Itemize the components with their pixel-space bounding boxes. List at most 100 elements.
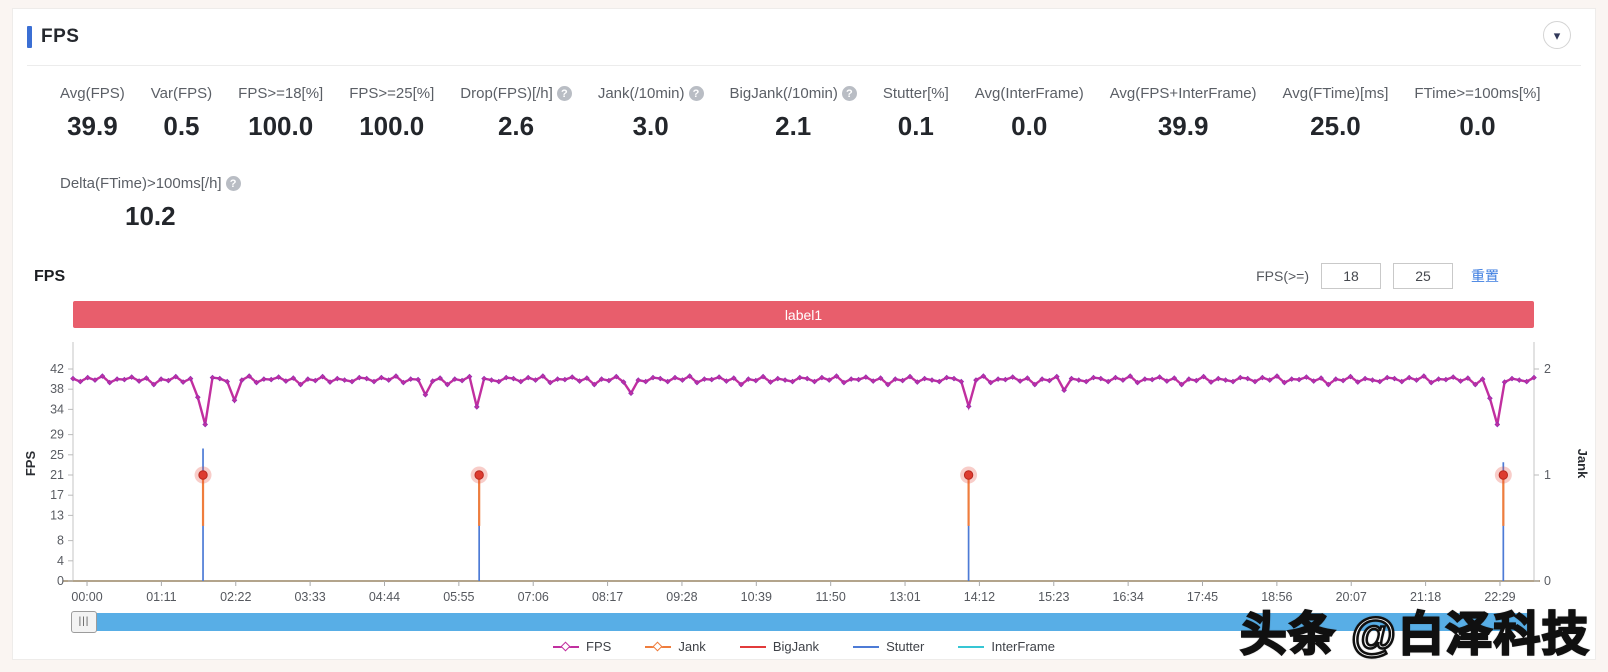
watermark: 头条 @白泽科技 — [1240, 598, 1590, 664]
stat-label: Delta(FTime)>100ms[/h] — [60, 175, 222, 192]
stat-label: BigJank(/10min) — [730, 85, 838, 102]
stat-drop-fps-h-: Drop(FPS)[/h]? 2.6 — [447, 85, 585, 142]
svg-text:03:33: 03:33 — [294, 590, 325, 604]
region-label: label1 — [785, 307, 822, 323]
svg-text:0: 0 — [57, 574, 64, 588]
svg-text:07:06: 07:06 — [518, 590, 549, 604]
legend-label: InterFrame — [991, 639, 1055, 654]
interframe-series-icon — [958, 641, 984, 653]
svg-text:38: 38 — [50, 382, 64, 396]
legend-item-bigjank[interactable]: BigJank — [740, 639, 819, 654]
svg-text:4: 4 — [57, 554, 64, 568]
stat-value: 0.0 — [1459, 111, 1495, 142]
stat-label: Avg(FTime)[ms] — [1283, 85, 1389, 102]
fps-chart[interactable]: 0 4 8 13 17 21 25 29 34 38 42 0 1 2 00:00 01:11 02:22 03:… — [21, 336, 1591, 608]
stat-var-fps-: Var(FPS) 0.5 — [138, 85, 225, 142]
grip-icon: ||| — [79, 617, 90, 627]
stat-value: 39.9 — [1158, 111, 1209, 142]
panel-header: FPS — [27, 21, 79, 53]
header-divider — [27, 65, 1581, 66]
header-accent-bar — [27, 26, 32, 48]
legend-label: FPS — [586, 639, 611, 654]
collapse-button[interactable]: ▾ — [1543, 21, 1571, 49]
svg-text:08:17: 08:17 — [592, 590, 623, 604]
svg-text:2: 2 — [1544, 362, 1551, 376]
stat-value: 25.0 — [1310, 111, 1361, 142]
panel-title: FPS — [41, 26, 79, 48]
stat-stutter-: Stutter[%]0.1 — [870, 85, 962, 142]
legend-label: Jank — [678, 639, 705, 654]
svg-text:Jank: Jank — [1575, 449, 1590, 479]
stats-row-2: Delta(FTime)>100ms[/h]? 10.2 — [47, 175, 1575, 232]
fps-panel: FPS ▾ Avg(FPS) 39.9 Var(FPS) 0.5 FPS>=18[%] 1… — [12, 8, 1596, 660]
svg-text:FPS: FPS — [23, 451, 38, 477]
stutter-series-icon — [853, 641, 879, 653]
stat-label: Jank(/10min) — [598, 85, 685, 102]
svg-text:14:12: 14:12 — [964, 590, 995, 604]
legend-label: BigJank — [773, 639, 819, 654]
svg-text:17: 17 — [50, 488, 64, 502]
fps-threshold-label: FPS(>=) — [1256, 268, 1309, 284]
svg-text:00:00: 00:00 — [71, 590, 102, 604]
stat-value: 100.0 — [248, 111, 313, 142]
svg-text:13: 13 — [50, 508, 64, 522]
legend-item-jank[interactable]: Jank — [645, 639, 705, 654]
jank-series-icon — [645, 641, 671, 653]
stat-value: 100.0 — [359, 111, 424, 142]
legend-item-fps[interactable]: FPS — [553, 639, 611, 654]
stat-label: FPS>=25[%] — [349, 85, 434, 102]
stat-fps-25-: FPS>=25[%] 100.0 — [336, 85, 447, 142]
stat-avg-fps-: Avg(FPS) 39.9 — [47, 85, 138, 142]
svg-text:13:01: 13:01 — [889, 590, 920, 604]
stat-avg-fps-interframe-: Avg(FPS+InterFrame) 39.9 — [1097, 85, 1270, 142]
help-icon[interactable]: ? — [842, 86, 857, 101]
stat-value: 10.2 — [125, 201, 176, 232]
stat-label: Drop(FPS)[/h] — [460, 85, 553, 102]
svg-text:0: 0 — [1544, 574, 1551, 588]
stat-value: 39.9 — [67, 111, 118, 142]
stat-avg-ftime-ms-: Avg(FTime)[ms] 25.0 — [1270, 85, 1402, 142]
bigjank-series-icon — [740, 641, 766, 653]
stat-value: 0.5 — [163, 111, 199, 142]
svg-text:10:39: 10:39 — [741, 590, 772, 604]
stat-value: 2.1 — [775, 111, 811, 142]
svg-text:02:22: 02:22 — [220, 590, 251, 604]
help-icon[interactable]: ? — [226, 176, 241, 191]
stat-delta-ftime-100ms-h-: Delta(FTime)>100ms[/h]? 10.2 — [47, 175, 254, 232]
help-icon[interactable]: ? — [689, 86, 704, 101]
svg-text:42: 42 — [50, 362, 64, 376]
reset-link[interactable]: 重置 — [1471, 266, 1499, 286]
svg-text:21: 21 — [50, 468, 64, 482]
stat-label: FTime>=100ms[%] — [1414, 85, 1540, 102]
stat-value: 2.6 — [498, 111, 534, 142]
stat-label: Stutter[%] — [883, 85, 949, 102]
stat-label: Avg(FPS+InterFrame) — [1110, 85, 1257, 102]
stat-avg-interframe-: Avg(InterFrame) 0.0 — [962, 85, 1097, 142]
stat-ftime-100ms-: FTime>=100ms[%] 0.0 — [1401, 85, 1553, 142]
stat-value: 0.0 — [1011, 111, 1047, 142]
fps-series-icon — [553, 641, 579, 653]
legend-item-stutter[interactable]: Stutter — [853, 639, 924, 654]
chart-section-title: FPS — [34, 268, 65, 286]
stat-bigjank-10min-: BigJank(/10min)? 2.1 — [717, 85, 870, 142]
svg-text:34: 34 — [50, 402, 64, 416]
stat-label: Avg(InterFrame) — [975, 85, 1084, 102]
legend-item-interframe[interactable]: InterFrame — [958, 639, 1055, 654]
svg-text:29: 29 — [50, 428, 64, 442]
fps-threshold-input-2[interactable] — [1393, 263, 1453, 289]
svg-text:09:28: 09:28 — [666, 590, 697, 604]
stat-label: FPS>=18[%] — [238, 85, 323, 102]
stat-label: Avg(FPS) — [60, 85, 125, 102]
svg-text:01:11: 01:11 — [146, 590, 176, 604]
chevron-down-icon: ▾ — [1554, 29, 1561, 42]
svg-text:05:55: 05:55 — [443, 590, 474, 604]
svg-text:1: 1 — [1544, 468, 1551, 482]
help-icon[interactable]: ? — [557, 86, 572, 101]
stat-jank-10min-: Jank(/10min)?3.0 — [585, 85, 717, 142]
stat-label: Var(FPS) — [151, 85, 212, 102]
svg-text:8: 8 — [57, 534, 64, 548]
svg-text:25: 25 — [50, 448, 64, 462]
svg-text:16:34: 16:34 — [1112, 590, 1143, 604]
fps-threshold-input-1[interactable] — [1321, 263, 1381, 289]
scrollbar-handle[interactable]: ||| — [71, 611, 97, 633]
